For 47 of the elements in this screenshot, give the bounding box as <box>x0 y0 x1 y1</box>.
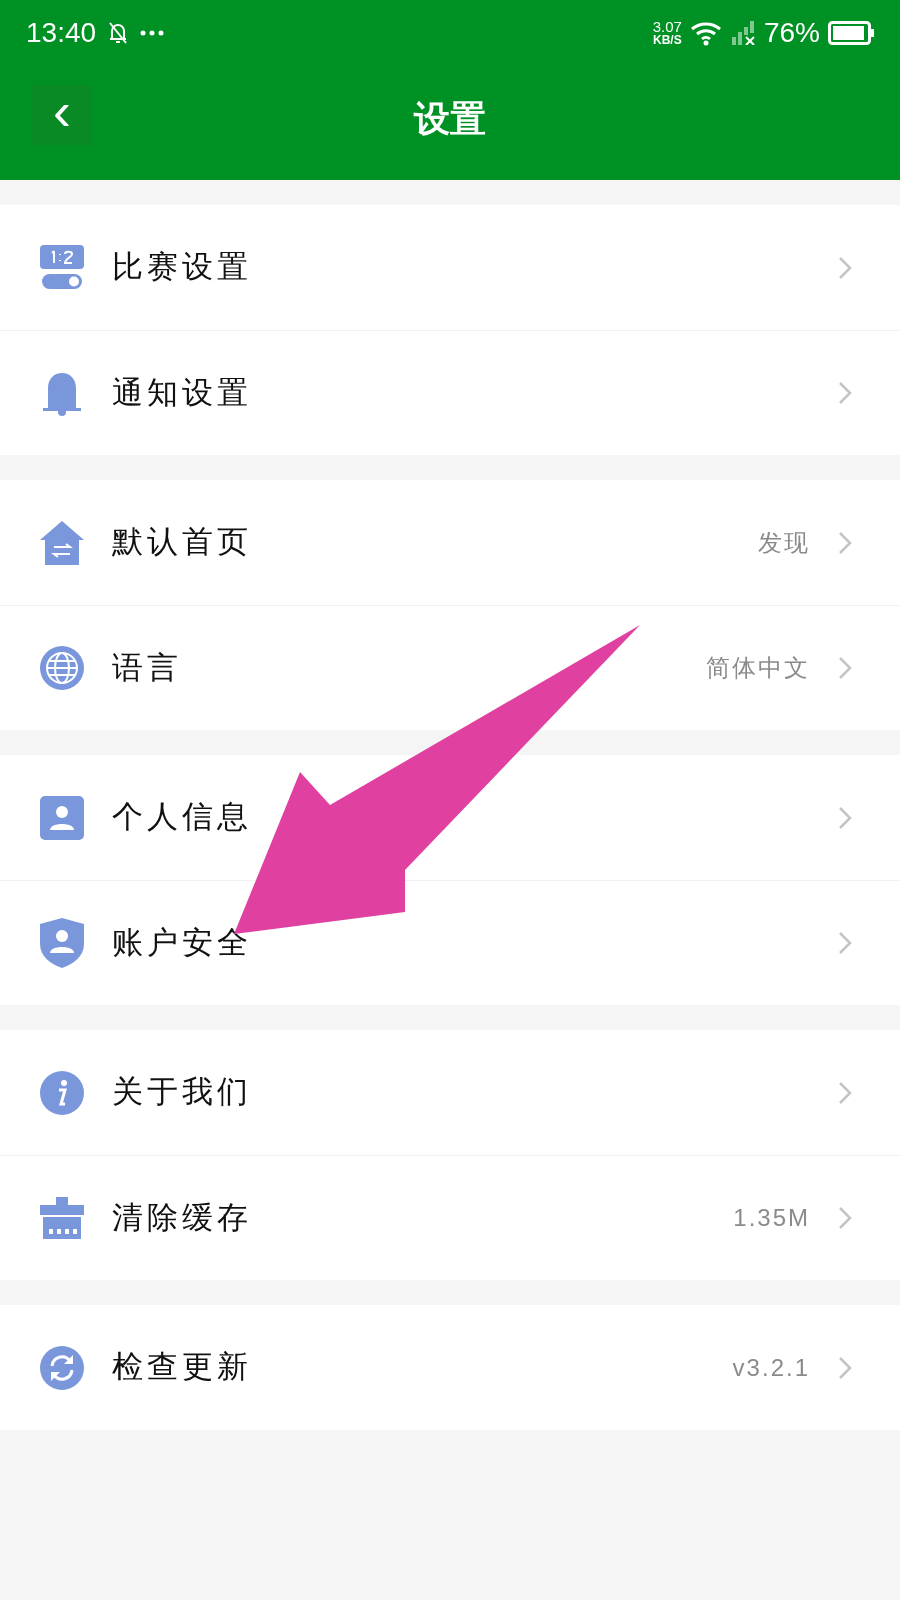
speed-unit: KB/S <box>653 34 682 46</box>
bell-icon <box>40 370 84 416</box>
row-label: 清除缓存 <box>112 1198 252 1237</box>
row-value: 简体中文 <box>706 653 810 683</box>
chevron-icon <box>838 530 852 555</box>
page-title: 设置 <box>414 97 486 141</box>
chevron-icon <box>838 805 852 830</box>
refresh-icon <box>40 1345 84 1390</box>
settings-row[interactable]: 检查更新 v3.2.1 <box>0 1305 900 1430</box>
chevron-icon <box>838 656 852 680</box>
chevron-icon <box>838 1206 852 1230</box>
speed-value: 3.07 <box>652 19 682 34</box>
back-button[interactable]: ‹ <box>32 85 92 145</box>
battery-icon <box>828 20 874 45</box>
row-value: 发现 <box>758 527 810 558</box>
info-icon <box>40 1070 84 1115</box>
row-value: 1.35M <box>733 1203 810 1233</box>
person-card-icon <box>40 795 84 840</box>
row-label: 检查更新 <box>112 1348 252 1387</box>
more-icon <box>140 29 165 36</box>
row-label: 比赛设置 <box>112 248 252 287</box>
globe-icon <box>40 646 84 690</box>
brush-icon <box>40 1197 84 1239</box>
row-label: 关于我们 <box>112 1073 252 1112</box>
house-arrows-icon <box>40 519 84 566</box>
chevron-icon <box>838 255 852 280</box>
settings-row[interactable]: 关于我们 <box>0 1030 900 1155</box>
chevron-icon <box>838 1355 852 1380</box>
clock: 13:40 <box>26 15 97 50</box>
row-label: 通知设置 <box>112 373 252 412</box>
settings-row[interactable]: 默认首页 发现 <box>0 480 900 605</box>
scoreboard-icon <box>40 244 84 291</box>
settings-row[interactable]: 比赛设置 <box>0 205 900 330</box>
row-value: v3.2.1 <box>732 1352 810 1383</box>
chevron-icon <box>838 1080 852 1105</box>
signal-icon <box>731 20 756 45</box>
shield-person-icon <box>40 918 84 968</box>
row-label: 个人信息 <box>112 798 252 837</box>
settings-row[interactable]: 清除缓存 1.35M <box>0 1155 900 1280</box>
settings-row[interactable]: 通知设置 <box>0 330 900 455</box>
battery-percent: 76% <box>763 15 820 50</box>
bell-off-icon <box>108 20 129 45</box>
row-label: 账户安全 <box>112 923 252 962</box>
chevron-icon <box>838 381 852 405</box>
chevron-icon <box>838 931 852 955</box>
row-label: 默认首页 <box>112 523 252 562</box>
row-label: 语言 <box>112 648 182 687</box>
